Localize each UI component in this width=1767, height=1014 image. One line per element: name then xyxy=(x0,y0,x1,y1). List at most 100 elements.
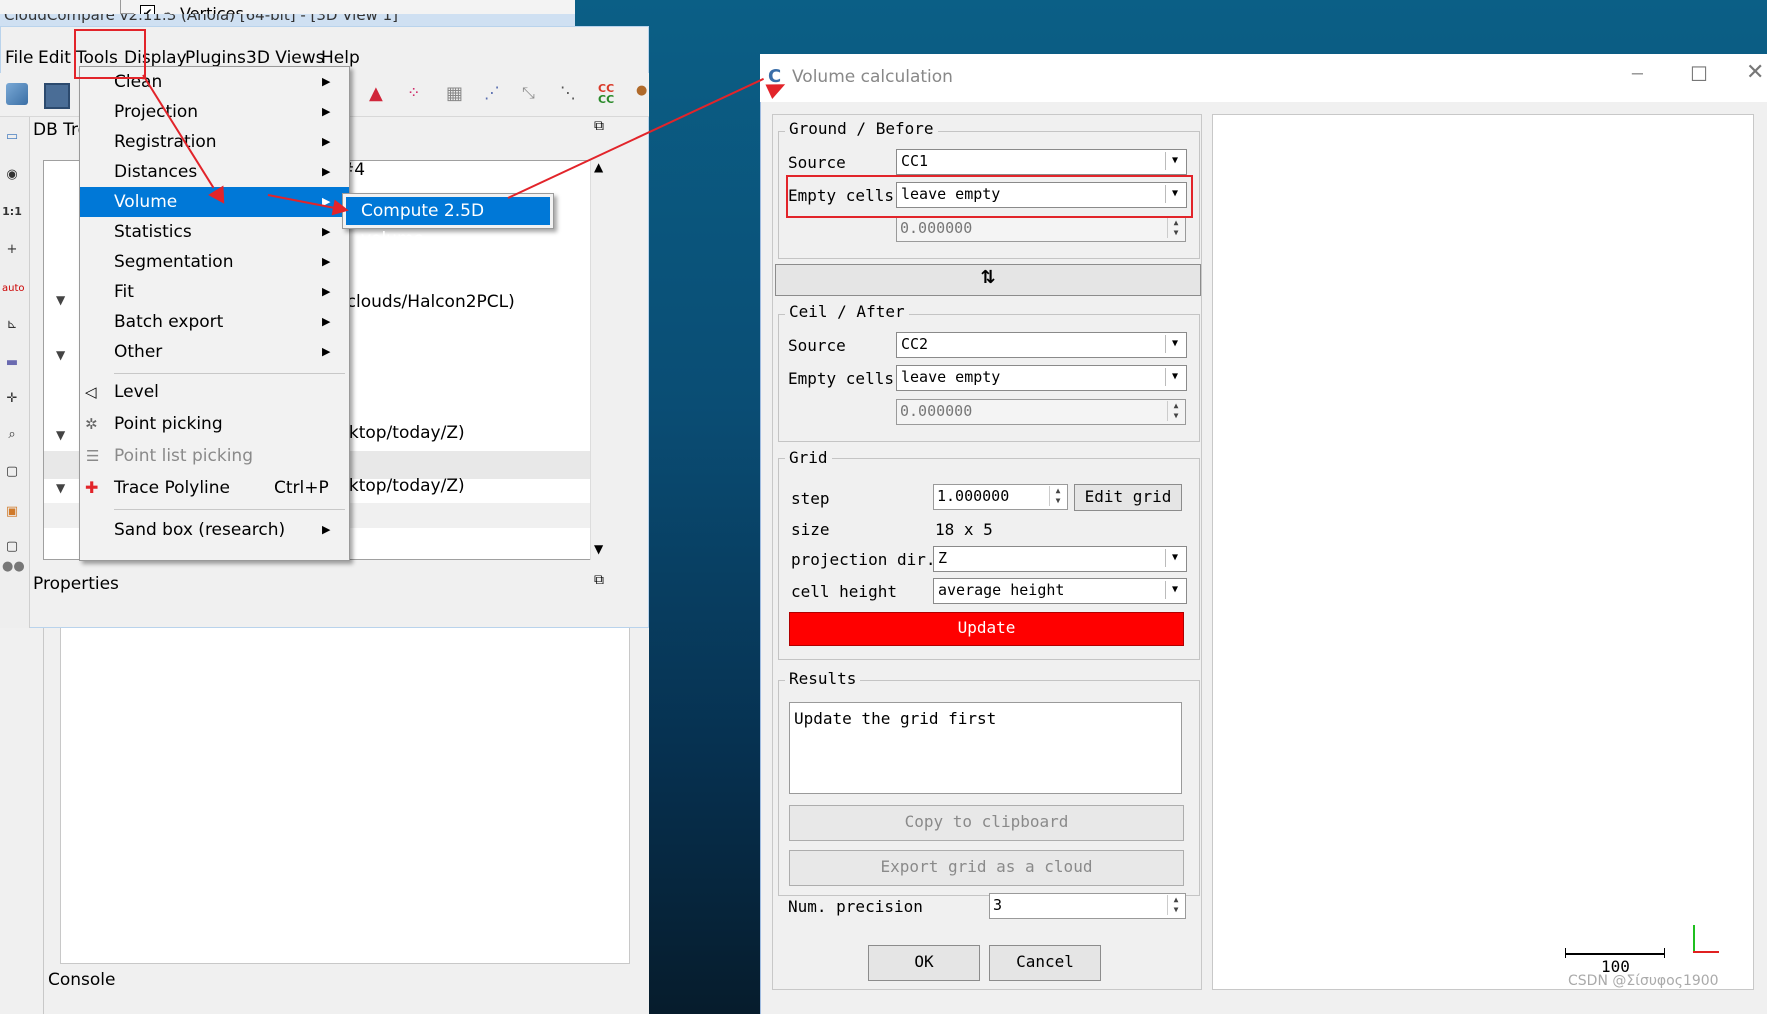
menu-item-point-picking[interactable]: ✲ Point picking xyxy=(80,409,349,439)
view-icon[interactable]: ▭ xyxy=(2,127,22,147)
ceil-empty-cells-select[interactable]: leave empty ▼ xyxy=(896,365,1187,391)
grid-step-label: step xyxy=(791,489,830,508)
chevron-down-icon: ▼ xyxy=(1165,335,1184,353)
menu-item-other[interactable]: Other ▶ xyxy=(80,337,349,367)
ground-fill-value-spinbox[interactable]: 0.000000 ▲ ▼ xyxy=(896,216,1186,242)
ceil-source-select[interactable]: CC2 ▼ xyxy=(896,332,1187,358)
menu-item-fit[interactable]: Fit ▶ xyxy=(80,277,349,307)
num-precision-spinbox[interactable]: 3 ▲ ▼ xyxy=(989,893,1186,919)
mesh-icon[interactable]: ▲ xyxy=(369,83,391,105)
tree-item-fragment: sktop/today/Z) xyxy=(340,423,465,443)
menu-item-distances[interactable]: Distances ▶ xyxy=(80,157,349,187)
float-panel-icon[interactable]: ⧉ xyxy=(594,572,604,588)
menu-item-projection[interactable]: Projection ▶ xyxy=(80,97,349,127)
compare-icon[interactable]: ⤡ xyxy=(522,83,544,105)
subsample-icon[interactable]: ⁘ xyxy=(407,83,429,105)
grid-icon[interactable]: ▦ xyxy=(446,83,468,105)
auto-label[interactable]: auto xyxy=(2,279,25,299)
menu-3d-views[interactable]: 3D Views xyxy=(246,48,325,68)
scroll-down-icon[interactable]: ▼ xyxy=(594,542,603,556)
cube-icon[interactable]: ▣ xyxy=(2,502,22,522)
submenu-arrow-icon: ▶ xyxy=(322,105,331,118)
tree-item-fragment: sktop/today/Z) xyxy=(340,476,465,496)
menu-item-sand-box[interactable]: Sand box (research) ▶ xyxy=(80,515,349,545)
swap-button[interactable]: ⇅ xyxy=(775,264,1201,296)
distance-icon[interactable]: ⋱ xyxy=(560,83,582,105)
ok-button[interactable]: OK xyxy=(868,945,980,981)
submenu-arrow-icon: ▶ xyxy=(322,75,331,88)
grid-size-value: 18 x 5 xyxy=(935,520,993,539)
dialog-preview-panel: 100 CSDN @Σίσυφος1900 xyxy=(1212,114,1754,990)
menu-item-registration[interactable]: Registration ▶ xyxy=(80,127,349,157)
submenu-arrow-icon: ▶ xyxy=(322,345,331,358)
expand-arrow-icon[interactable]: ▼ xyxy=(56,428,65,442)
projection-dir-select[interactable]: Z ▼ xyxy=(933,546,1187,572)
expand-arrow-icon[interactable]: ▼ xyxy=(56,293,65,307)
properties-view xyxy=(60,628,630,964)
scale-bar-tick xyxy=(1664,948,1665,958)
grid-size-label: size xyxy=(791,520,830,539)
expand-arrow-icon[interactable]: ▼ xyxy=(56,348,65,362)
chevron-down-icon: ▼ xyxy=(1165,368,1184,386)
tree-scrollbar[interactable]: ▲ ▼ xyxy=(590,160,610,560)
update-button[interactable]: Update xyxy=(789,612,1184,646)
annotation-box xyxy=(74,29,146,79)
menu-item-trace-polyline[interactable]: ✚ Trace Polyline Ctrl+P xyxy=(80,473,349,503)
camera-icon[interactable]: ◉ xyxy=(2,165,22,185)
more-icon[interactable]: ●● xyxy=(2,557,25,577)
polyline-icon: ✚ xyxy=(85,478,99,497)
frame2-icon[interactable]: ▢ xyxy=(2,537,22,557)
spin-updown-icon: ▲ ▼ xyxy=(1049,486,1066,506)
box-icon[interactable]: ▬ xyxy=(2,353,22,373)
submenu-arrow-icon: ▶ xyxy=(322,165,331,178)
plugin-icon[interactable]: ● xyxy=(636,83,658,105)
axis-icon[interactable]: ⊾ xyxy=(2,315,22,335)
ceil-empty-cells-label: Empty cells xyxy=(788,369,894,388)
ground-source-select[interactable]: CC1 ▼ xyxy=(896,149,1187,175)
shortcut-label: Ctrl+P xyxy=(274,478,329,498)
menu-item-segmentation[interactable]: Segmentation ▶ xyxy=(80,247,349,277)
move-icon[interactable]: ✛ xyxy=(2,389,22,409)
minimize-icon[interactable]: ─ xyxy=(1632,64,1643,85)
ceil-fill-value-spinbox[interactable]: 0.000000 ▲ ▼ xyxy=(896,399,1186,425)
plus-icon[interactable]: + xyxy=(2,240,22,260)
swap-vertical-icon: ⇅ xyxy=(980,267,996,288)
edit-grid-button[interactable]: Edit grid xyxy=(1074,484,1182,511)
menu-item-point-list-picking[interactable]: ☰ Point list picking xyxy=(80,441,349,471)
level-icon: ◁ xyxy=(85,383,97,401)
results-text-area[interactable]: Update the grid first xyxy=(789,702,1182,794)
frame-icon[interactable]: ▢ xyxy=(2,462,22,482)
menu-item-level[interactable]: ◁ Level xyxy=(80,377,349,407)
menu-item-statistics[interactable]: Statistics ▶ xyxy=(80,217,349,247)
dialog-titlebar: C Volume calculation ─ ☐ ✕ xyxy=(760,54,1767,102)
export-grid-button[interactable]: Export grid as a cloud xyxy=(789,850,1184,886)
cc-icon[interactable]: CC CC xyxy=(598,83,620,105)
chevron-down-icon: ▼ xyxy=(1165,549,1184,567)
grid-group-label: Grid xyxy=(785,448,832,467)
menu-item-batch-export[interactable]: Batch export ▶ xyxy=(80,307,349,337)
menu-edit[interactable]: Edit xyxy=(38,48,71,68)
menu-plugins[interactable]: Plugins xyxy=(185,48,246,68)
spin-updown-icon: ▲ ▼ xyxy=(1167,218,1184,238)
close-icon[interactable]: ✕ xyxy=(1746,60,1764,85)
scroll-up-icon[interactable]: ▲ xyxy=(594,160,603,174)
properties-title: Properties xyxy=(33,574,119,594)
copy-to-clipboard-button[interactable]: Copy to clipboard xyxy=(789,805,1184,841)
grid-step-spinbox[interactable]: 1.000000 ▲ ▼ xyxy=(933,484,1068,510)
float-panel-icon[interactable]: ⧉ xyxy=(594,118,604,134)
spin-updown-icon: ▲ ▼ xyxy=(1167,895,1184,915)
cancel-button[interactable]: Cancel xyxy=(989,945,1101,981)
expand-arrow-icon[interactable]: ▼ xyxy=(56,481,65,495)
ground-source-label: Source xyxy=(788,153,846,172)
open-icon[interactable] xyxy=(6,83,28,105)
ratio-label[interactable]: 1:1 xyxy=(2,202,22,222)
maximize-icon[interactable]: ☐ xyxy=(1690,62,1708,86)
scatter-icon[interactable]: ⋰ xyxy=(484,83,506,105)
tools-menu: Clean ▶ Projection ▶ Registration ▶ Distanc… xyxy=(79,66,350,561)
cell-height-select[interactable]: average height ▼ xyxy=(933,578,1187,604)
zoom-icon[interactable]: ⌕ xyxy=(2,425,22,445)
save-icon[interactable] xyxy=(44,83,70,109)
menu-file[interactable]: File xyxy=(5,48,33,68)
menu-help[interactable]: Help xyxy=(321,48,360,68)
menu-item-compute-25d-volume[interactable]: Compute 2.5D volume xyxy=(346,197,550,249)
